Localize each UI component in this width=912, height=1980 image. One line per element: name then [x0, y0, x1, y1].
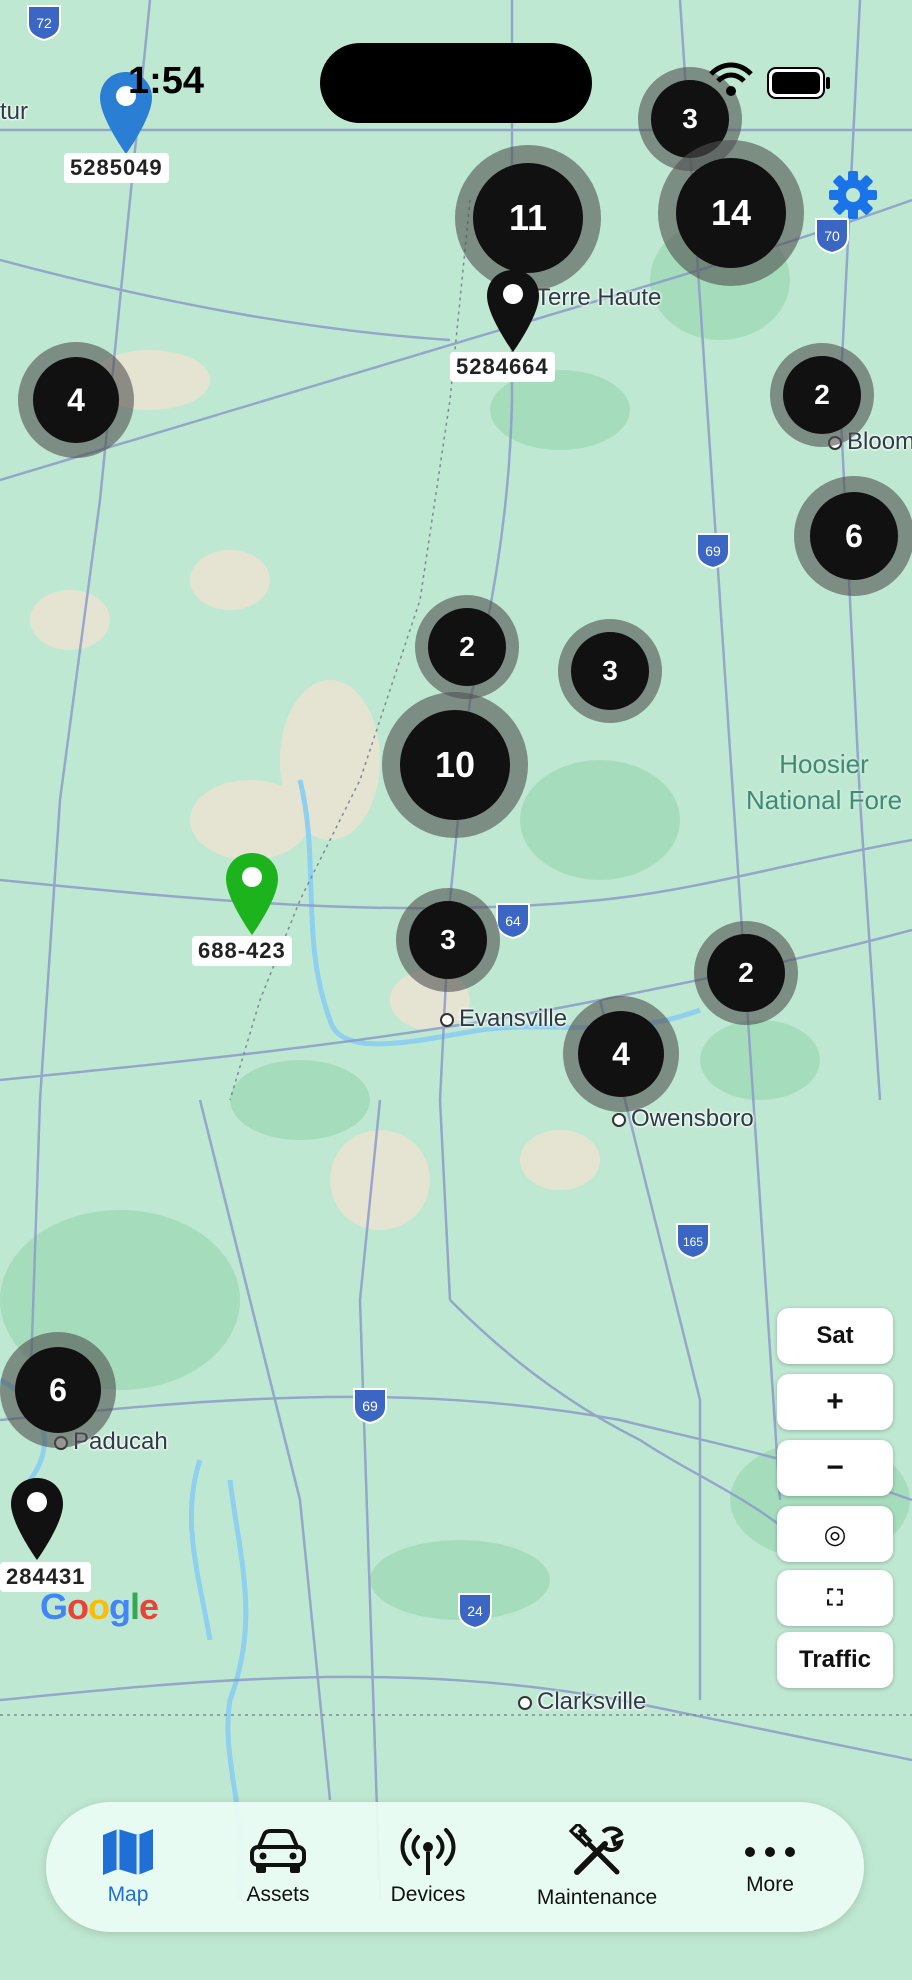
cluster-marker[interactable]: 3 — [558, 619, 662, 723]
map-pin[interactable] — [485, 268, 541, 359]
pin-label: 688-423 — [192, 936, 292, 966]
tab-label: Devices — [390, 1883, 466, 1906]
tools-icon — [569, 1824, 624, 1875]
svg-text:69: 69 — [705, 543, 721, 559]
fullscreen-button[interactable]: ⛶ — [777, 1570, 893, 1626]
google-logo: Google — [40, 1586, 159, 1627]
tab-label: Map — [107, 1883, 149, 1906]
settings-gear-icon[interactable] — [828, 170, 878, 225]
tab-assets[interactable]: Assets — [218, 1802, 338, 1932]
cluster-marker[interactable]: 2 — [694, 921, 798, 1025]
wifi-icon — [708, 62, 754, 103]
cluster-marker[interactable]: 4 — [563, 996, 679, 1112]
traffic-toggle-button[interactable]: Traffic — [777, 1632, 893, 1688]
place-label-partial: tur — [0, 98, 29, 125]
svg-text:69: 69 — [362, 1398, 378, 1414]
place-label-evansville: Evansville — [440, 1005, 567, 1033]
ellipsis-icon — [745, 1847, 795, 1857]
interstate-shield: 69 — [350, 1385, 390, 1425]
pin-label: 5285049 — [64, 153, 169, 183]
locate-button[interactable]: ◎ — [777, 1506, 893, 1562]
status-time: 1:54 — [128, 60, 205, 102]
interstate-shield: 72 — [24, 2, 64, 42]
map-icon — [103, 1829, 153, 1875]
dynamic-island — [320, 43, 592, 123]
svg-text:72: 72 — [36, 15, 52, 31]
car-icon — [250, 1829, 306, 1873]
zoom-out-button[interactable]: − — [777, 1440, 893, 1496]
place-label-clarksville: Clarksville — [518, 1688, 646, 1716]
cluster-marker[interactable]: 4 — [18, 342, 134, 458]
cluster-marker[interactable]: 3 — [396, 888, 500, 992]
place-label-terre-haute: Terre Haute — [536, 284, 662, 311]
cluster-marker[interactable]: 14 — [658, 140, 804, 286]
cluster-marker[interactable]: 6 — [0, 1332, 116, 1448]
tab-map[interactable]: Map — [46, 1802, 210, 1932]
cluster-marker[interactable]: 2 — [415, 595, 519, 699]
battery-icon — [766, 66, 832, 105]
satellite-toggle-button[interactable]: Sat — [777, 1308, 893, 1364]
zoom-in-button[interactable]: + — [777, 1374, 893, 1430]
tab-maintenance[interactable]: Maintenance — [522, 1802, 672, 1932]
cluster-marker[interactable]: 6 — [794, 476, 912, 596]
pin-label: 5284664 — [450, 352, 555, 382]
tab-devices[interactable]: Devices — [368, 1802, 488, 1932]
cluster-marker[interactable]: 2 — [770, 343, 874, 447]
svg-text:165: 165 — [683, 1235, 703, 1249]
tab-bar: Map Assets Devices Maintenance More — [46, 1802, 864, 1932]
svg-text:70: 70 — [824, 228, 840, 244]
svg-text:24: 24 — [467, 1603, 483, 1619]
tab-label: Assets — [246, 1883, 310, 1906]
tab-label: More — [746, 1873, 794, 1896]
forest-label: Hoosier National Fore — [745, 749, 903, 815]
map-pin[interactable] — [224, 851, 280, 942]
interstate-shield: 69 — [693, 530, 733, 570]
tab-more[interactable]: More — [710, 1802, 830, 1932]
tab-label: Maintenance — [536, 1886, 658, 1909]
antenna-icon — [400, 1828, 456, 1875]
svg-text:64: 64 — [505, 913, 521, 929]
map-pin[interactable] — [9, 1476, 65, 1567]
interstate-shield: 24 — [455, 1590, 495, 1630]
cluster-marker[interactable]: 10 — [382, 692, 528, 838]
interstate-shield: 165 — [673, 1220, 713, 1260]
